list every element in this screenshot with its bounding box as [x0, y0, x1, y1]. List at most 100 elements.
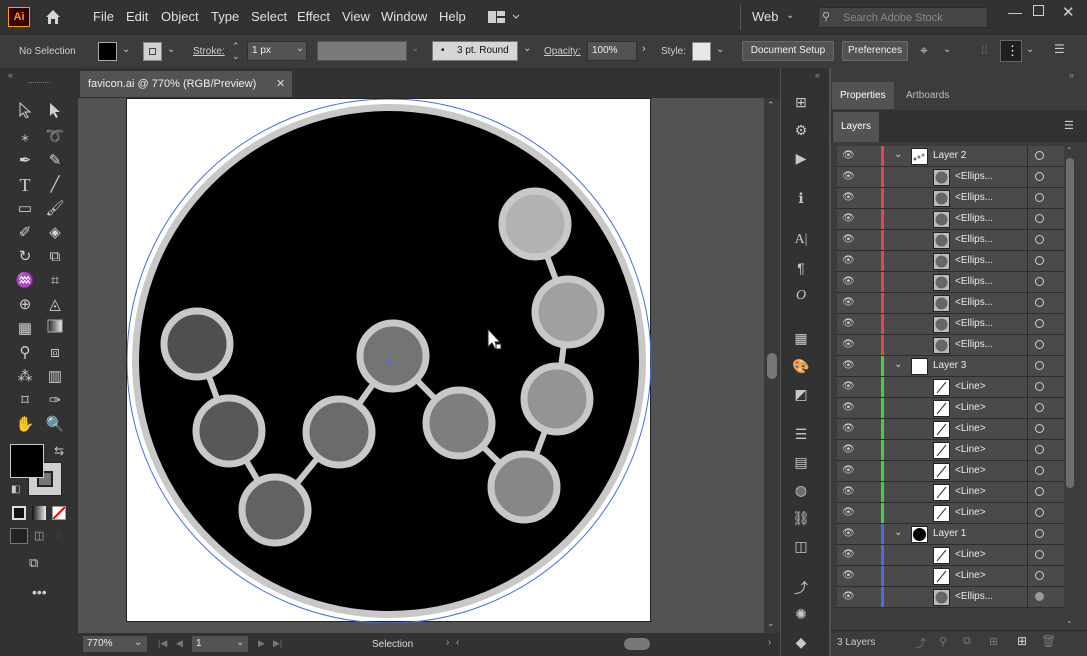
layer-name[interactable]: <Line> — [955, 381, 986, 392]
search-stock-field[interactable]: ⚲ Search Adobe Stock — [818, 7, 988, 28]
canvas-area[interactable] — [78, 98, 764, 633]
stroke-stepper[interactable]: ⌃ ⌄ — [232, 41, 240, 61]
target-circle-icon[interactable] — [1035, 361, 1044, 370]
layer-name[interactable]: <Line> — [955, 486, 986, 497]
visibility-eye-icon[interactable]: 👁 — [842, 171, 855, 182]
target-circle-icon[interactable] — [1035, 487, 1044, 496]
document-setup-button[interactable]: Document Setup — [742, 41, 834, 61]
target-circle-icon[interactable] — [1035, 256, 1044, 265]
selection-tool-icon[interactable] — [14, 101, 36, 122]
isolation-mode-icon[interactable]: ⋮ — [1000, 40, 1022, 62]
mesh-tool-icon[interactable]: ▦ — [14, 319, 36, 339]
direct-selection-tool-icon[interactable] — [44, 102, 66, 122]
none-mode-icon[interactable] — [52, 506, 66, 520]
layers-scrollbar[interactable]: ⌃ ⌄ — [1064, 146, 1076, 630]
visibility-eye-icon[interactable]: 👁 — [842, 318, 855, 329]
visibility-eye-icon[interactable]: 👁 — [842, 339, 855, 350]
target-circle-icon[interactable] — [1035, 235, 1044, 244]
visibility-eye-icon[interactable]: 👁 — [842, 549, 855, 560]
expand-arrow-icon[interactable]: ⌄ — [894, 149, 902, 160]
eyedropper-tool-icon[interactable]: ⚲ — [14, 343, 36, 363]
color-mode-icon[interactable] — [12, 506, 26, 520]
gradient-tool-icon[interactable] — [44, 319, 66, 339]
stroke-swatch[interactable] — [143, 42, 162, 61]
arrange-documents-icon[interactable] — [488, 10, 520, 24]
layer-name[interactable]: <Ellips... — [955, 276, 993, 287]
swatches-icon[interactable]: ▦ — [789, 330, 813, 350]
shape-builder-tool-icon[interactable]: ⊕ — [14, 295, 36, 315]
collect-export-icon[interactable]: ⤴ — [915, 635, 926, 651]
delete-layer-icon[interactable]: 🗑 — [1041, 634, 1056, 648]
layer-item-row[interactable]: 👁 <Ellips... — [837, 335, 1076, 356]
target-circle-icon[interactable] — [1035, 151, 1044, 160]
line-tool-icon[interactable]: ╱ — [44, 175, 66, 195]
new-sublayer-icon[interactable]: ⊞ — [989, 635, 998, 648]
lasso-tool-icon[interactable]: ➰ — [44, 127, 66, 147]
layer-name[interactable]: <Ellips... — [955, 192, 993, 203]
visibility-eye-icon[interactable]: 👁 — [842, 297, 855, 308]
default-colors-icon[interactable]: ◧ — [11, 484, 20, 495]
rectangle-tool-icon[interactable]: ▭ — [14, 199, 36, 219]
visibility-eye-icon[interactable]: 👁 — [842, 591, 855, 602]
visibility-eye-icon[interactable]: 👁 — [842, 192, 855, 203]
layer-name[interactable]: <Ellips... — [955, 339, 993, 350]
character-icon[interactable]: A| — [789, 232, 813, 252]
vertical-scrollbar[interactable]: ⌃ ⌄ — [764, 98, 780, 633]
visibility-eye-icon[interactable]: 👁 — [842, 213, 855, 224]
layer-name[interactable]: <Ellips... — [955, 297, 993, 308]
target-circle-icon[interactable] — [1035, 466, 1044, 475]
layer-item-row[interactable]: 👁 <Line> — [837, 398, 1076, 419]
asset-export-icon[interactable]: ⤴ — [789, 578, 813, 598]
panel-menu-icon[interactable]: ☰ — [1064, 119, 1074, 132]
layer-name[interactable]: <Line> — [955, 549, 986, 560]
layer-item-row[interactable]: 👁 <Ellips... — [837, 230, 1076, 251]
layer-item-row[interactable]: 👁 <Ellips... — [837, 314, 1076, 335]
shaper-tool-icon[interactable]: ✐ — [14, 223, 36, 243]
menu-effect[interactable]: Effect — [297, 9, 330, 24]
fill-color-box[interactable] — [10, 444, 44, 478]
layer-name[interactable]: <Line> — [955, 444, 986, 455]
stroke-panel-icon[interactable]: ☰ — [789, 426, 813, 446]
layer-item-row[interactable]: 👁 <Line> — [837, 503, 1076, 524]
stroke-label[interactable]: Stroke: — [193, 46, 225, 57]
opacity-field[interactable]: 100% — [587, 41, 637, 61]
layer-name[interactable]: <Line> — [955, 423, 986, 434]
layer-name[interactable]: <Ellips... — [955, 234, 993, 245]
scale-tool-icon[interactable]: ⧉ — [44, 247, 66, 267]
target-circle-icon[interactable] — [1035, 571, 1044, 580]
visibility-eye-icon[interactable]: 👁 — [842, 276, 855, 287]
horizontal-scroll-thumb[interactable] — [624, 638, 650, 650]
panel-menu-icon[interactable]: ☰ — [1054, 42, 1065, 56]
layer-name[interactable]: <Line> — [955, 570, 986, 581]
visibility-eye-icon[interactable]: 👁 — [842, 381, 855, 392]
visibility-eye-icon[interactable]: 👁 — [842, 255, 855, 266]
visibility-eye-icon[interactable]: 👁 — [842, 150, 855, 161]
visibility-eye-icon[interactable]: 👁 — [842, 444, 855, 455]
collapse-icon[interactable]: » — [1069, 70, 1074, 80]
pen-tool-icon[interactable]: ✒ — [14, 151, 36, 171]
layer-item-row[interactable]: 👁 <Line> — [837, 419, 1076, 440]
target-circle-icon[interactable] — [1035, 172, 1044, 181]
menu-type[interactable]: Type — [211, 9, 239, 24]
close-window-button[interactable]: ✕ — [1062, 3, 1075, 21]
draw-normal-icon[interactable] — [10, 528, 28, 544]
screen-mode-icon[interactable]: ⧉ — [29, 555, 38, 571]
image-trace-icon[interactable]: ◫ — [789, 538, 813, 558]
chevron-down-icon[interactable]: ⌄ — [786, 10, 794, 21]
scroll-thumb[interactable] — [767, 353, 777, 379]
last-artboard-icon[interactable]: ▶| — [273, 638, 282, 649]
target-circle-icon[interactable] — [1035, 382, 1044, 391]
layer-name[interactable]: <Line> — [955, 465, 986, 476]
first-artboard-icon[interactable]: |◀ — [158, 638, 167, 649]
type-tool-icon[interactable]: T — [14, 175, 36, 195]
info-icon[interactable]: ℹ — [789, 190, 813, 210]
links-icon[interactable]: ⛓ — [789, 510, 813, 530]
curvature-tool-icon[interactable]: ✎ — [44, 151, 66, 171]
layer-name[interactable]: Layer 3 — [933, 360, 966, 371]
minimize-button[interactable]: — — [1008, 4, 1022, 20]
target-circle-icon[interactable] — [1035, 529, 1044, 538]
target-circle-icon[interactable] — [1035, 277, 1044, 286]
maximize-button[interactable] — [1033, 5, 1044, 16]
target-circle-icon[interactable] — [1035, 214, 1044, 223]
brush-definition[interactable]: • 3 pt. Round — [432, 41, 518, 61]
